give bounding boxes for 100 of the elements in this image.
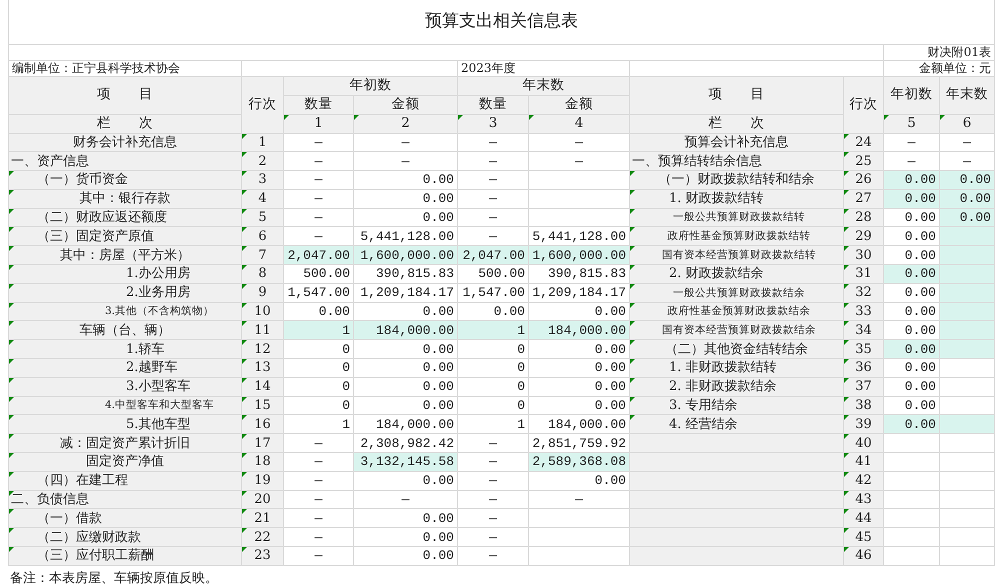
table-cell: —: [458, 208, 528, 227]
table-cell: 0: [284, 358, 354, 378]
row-label: （四）在建工程: [8, 471, 242, 490]
table-cell: 0.00: [884, 189, 940, 208]
row-label: 国有资本经营预算财政拨款结余: [630, 320, 844, 340]
row-label: 其中：房屋（平方米）: [8, 246, 242, 265]
row-label: 二、负债信息: [8, 490, 242, 509]
table-cell: —: [528, 133, 630, 152]
table-cell: —: [458, 546, 528, 566]
line-number: 15: [242, 396, 284, 415]
row-label: 固定资产净值: [8, 452, 242, 472]
line-number: 5: [242, 208, 284, 227]
table-cell: 500.00: [458, 264, 528, 284]
row-label: 2.业务用房: [8, 283, 242, 302]
row-label: 4.中型客车和大型客车: [8, 396, 242, 415]
table-cell: —: [284, 189, 354, 208]
table-cell: 0.00: [528, 358, 630, 378]
row-label: 财务会计补充信息: [8, 133, 242, 152]
table-cell: —: [284, 434, 354, 453]
table-cell: —: [458, 508, 528, 528]
line-number: 3: [242, 170, 284, 190]
line-number: 17: [242, 434, 284, 453]
table-cell: —: [458, 152, 528, 171]
table-cell: 1,209,184.17: [528, 283, 630, 302]
row-label: 政府性基金预算财政拨款结余: [630, 302, 844, 321]
line-number: 43: [844, 490, 884, 509]
line-number: 18: [242, 452, 284, 472]
table-cell: 390,815.83: [354, 264, 458, 284]
table-cell: 184,000.00: [528, 320, 630, 340]
table-cell: 0: [458, 396, 528, 415]
column-header: 年末数: [458, 76, 630, 95]
line-number: 4: [242, 189, 284, 208]
table-cell: 0: [284, 396, 354, 415]
table-cell: 0.00: [528, 377, 630, 396]
table-cell: —: [284, 208, 354, 227]
line-number: 20: [242, 490, 284, 509]
table-cell: 0.00: [354, 546, 458, 566]
row-label: 政府性基金预算财政拨款结转: [630, 226, 844, 246]
line-number: 44: [844, 508, 884, 528]
table-cell: 0: [458, 358, 528, 378]
row-label: （一）借款: [8, 508, 242, 528]
row-label: 预算会计补充信息: [630, 133, 844, 152]
table-cell: 0.00: [884, 264, 940, 284]
line-number: 6: [242, 226, 284, 246]
row-label: （三）固定资产原值: [8, 226, 242, 246]
table-cell: —: [458, 490, 528, 509]
table-cell: 0.00: [354, 189, 458, 208]
line-number: 10: [242, 302, 284, 321]
table-cell: 1: [458, 320, 528, 340]
table-cell: —: [458, 471, 528, 490]
table-cell: —: [940, 133, 994, 152]
table-cell: 0.00: [940, 170, 994, 190]
row-label: （二）其他资金结转结余: [630, 340, 844, 359]
table-cell: 0.00: [354, 170, 458, 190]
table-cell: —: [284, 133, 354, 152]
row-label: （二）财政应返还额度: [8, 208, 242, 227]
row-label: 一般公共预算财政拨款结转: [630, 208, 844, 227]
column-index: 3: [458, 114, 528, 133]
table-cell: 2,047.00: [284, 246, 354, 265]
table-cell: 0.00: [884, 170, 940, 190]
line-number: 34: [844, 320, 884, 340]
table-cell: —: [458, 170, 528, 190]
line-number: 19: [242, 471, 284, 490]
table-cell: —: [284, 471, 354, 490]
table-cell: 3,132,145.58: [354, 452, 458, 472]
column-header: 行次: [242, 76, 284, 133]
line-number: 37: [844, 377, 884, 396]
column-header: 项 目: [630, 76, 844, 114]
table-cell: —: [458, 452, 528, 472]
table-cell: 1,209,184.17: [354, 283, 458, 302]
table-cell: 0.00: [354, 377, 458, 396]
row-label: 1. 非财政拨款结转: [630, 358, 844, 378]
table-cell: 0.00: [884, 414, 940, 434]
table-cell: 2,589,368.08: [528, 452, 630, 472]
table-cell: 0.00: [528, 340, 630, 359]
table-cell: 0.00: [354, 396, 458, 415]
row-label: 减：固定资产累计折旧: [8, 434, 242, 453]
table-cell: 0.00: [884, 340, 940, 359]
row-label: （二）应缴财政款: [8, 528, 242, 547]
table-cell: —: [458, 189, 528, 208]
line-number: 16: [242, 414, 284, 434]
column-index: 4: [528, 114, 630, 133]
table-cell: —: [284, 170, 354, 190]
table-cell: 0.00: [940, 208, 994, 227]
table-cell: 1: [284, 320, 354, 340]
table-cell: 1,547.00: [284, 283, 354, 302]
table-cell: 390,815.83: [528, 264, 630, 284]
row-label: 3.小型客车: [8, 377, 242, 396]
line-number: 29: [844, 226, 884, 246]
row-label: 1.轿车: [8, 340, 242, 359]
line-number: 40: [844, 434, 884, 453]
row-label: 3. 专用结余: [630, 396, 844, 415]
line-number: 1: [242, 133, 284, 152]
table-cell: 1,600,000.00: [528, 246, 630, 265]
column-index: 5: [884, 114, 940, 133]
line-number: 11: [242, 320, 284, 340]
row-label: 一般公共预算财政拨款结余: [630, 283, 844, 302]
column-header: 金额: [528, 95, 630, 114]
column-header: 栏 次: [630, 114, 844, 133]
table-cell: 0.00: [528, 396, 630, 415]
